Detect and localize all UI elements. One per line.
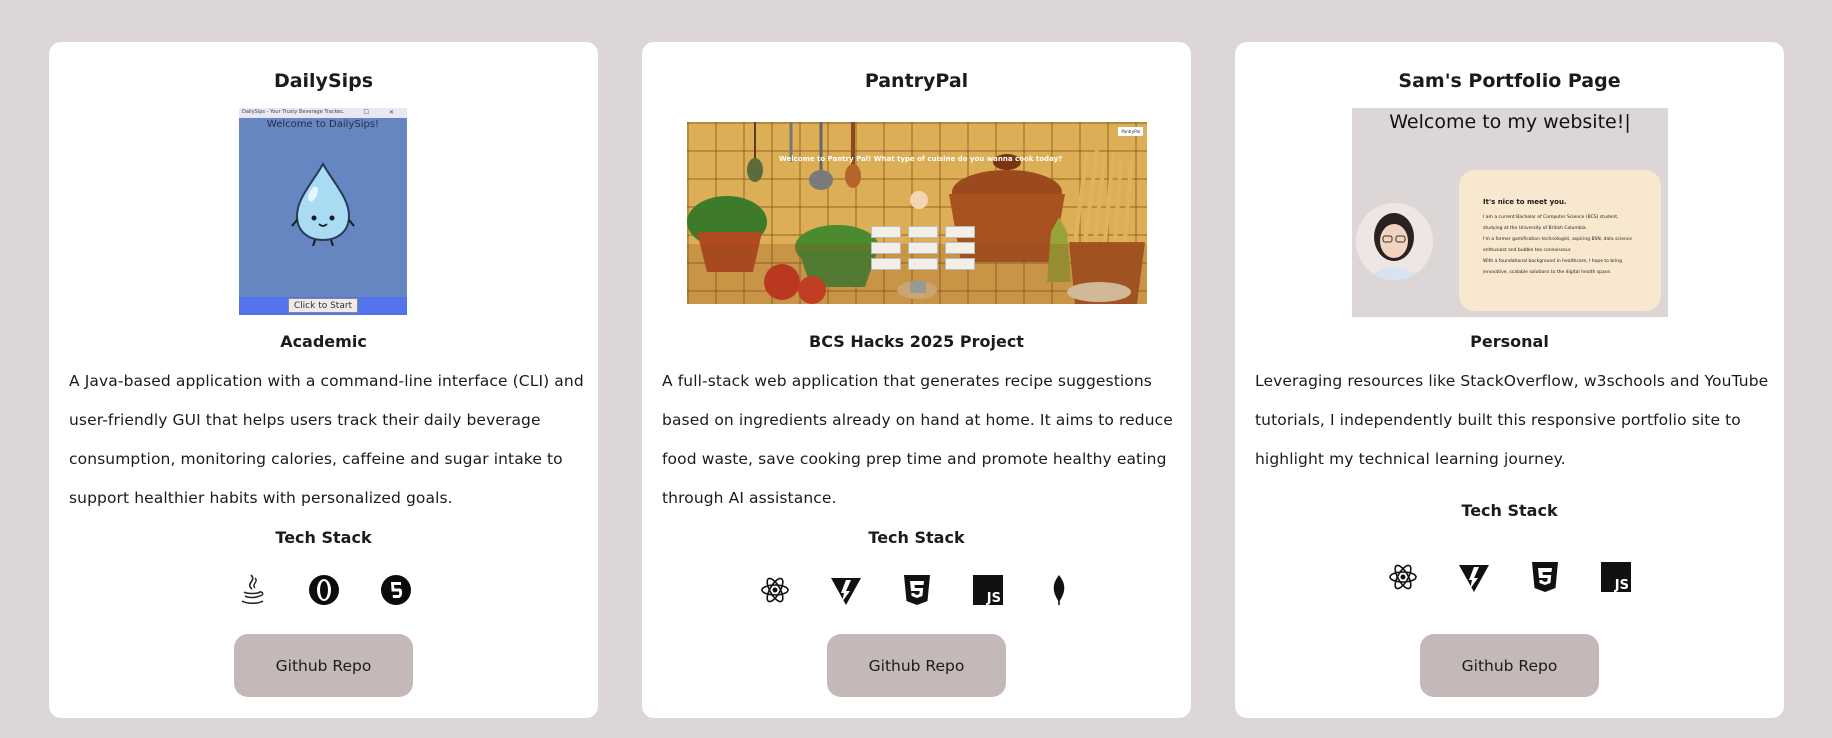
java-icon — [234, 572, 270, 608]
screenshot-heading: Welcome to DailySips! — [266, 119, 380, 130]
tech-stack-heading: Tech Stack — [275, 528, 372, 547]
project-description: Leveraging resources like StackOverflow,… — [1255, 372, 1769, 468]
project-card-pantrypal: PantryPal Welcome to Pantry Pal! What ty… — [642, 42, 1191, 718]
bubble-line: innovative, scalable solutions to the di… — [1483, 270, 1612, 275]
project-title: PantryPal — [864, 70, 969, 92]
window-titlebar: DailySips - Your Trusty Beverage Tracker… — [239, 108, 407, 118]
bubble-line: With a foundational background in health… — [1483, 259, 1623, 264]
project-description: A Java-based application with a command-… — [69, 372, 584, 507]
project-screenshot: DailySips - Your Trusty Beverage Tracker… — [239, 108, 407, 315]
screenshot-heading: Welcome to my website!| — [1389, 111, 1631, 133]
tech-stack-heading: Tech Stack — [1461, 501, 1558, 520]
screenshot-submit-button — [910, 281, 926, 293]
github-repo-button[interactable]: Github Repo — [827, 634, 1006, 697]
project-card-dailysips: DailySips DailySips - Your Trusty Bevera… — [49, 42, 598, 718]
project-card-portfolio: Sam's Portfolio Page Welcome to my websi… — [1235, 42, 1784, 718]
opera-icon — [306, 572, 342, 608]
css3-icon — [1527, 559, 1563, 595]
svg-text:JS: JS — [1614, 578, 1629, 592]
github-repo-button[interactable]: Github Repo — [234, 634, 413, 697]
project-description: A full-stack web application that genera… — [662, 372, 1173, 507]
window-controls-icon: – ☐ ✕ — [340, 109, 403, 116]
javascript-icon: JS — [970, 572, 1006, 608]
vite-icon — [1456, 559, 1492, 595]
bubble-heading: It's nice to meet you. — [1483, 198, 1567, 206]
tech-stack-icons: JS — [1235, 559, 1784, 595]
css3-icon — [899, 572, 935, 608]
bubble-line: I'm a former gamification technologist, … — [1483, 237, 1633, 242]
bubble-line: I am a current Bachelor of Computer Scie… — [1483, 215, 1619, 220]
tech-stack-heading: Tech Stack — [868, 528, 965, 547]
screenshot-overlay-text: Welcome to Pantry Pal! What type of cuis… — [779, 155, 1063, 163]
mongodb-icon — [1041, 572, 1077, 608]
svg-text:JS: JS — [985, 591, 1000, 605]
react-icon — [757, 572, 793, 608]
javascript-icon: JS — [1598, 559, 1634, 595]
project-title: Sam's Portfolio Page — [1398, 70, 1621, 92]
cuisine-button-grid — [871, 226, 975, 270]
bubble-line: enthusiast and bubble tea connoisseur. — [1483, 248, 1572, 253]
screenshot-start-button: Click to Start — [288, 298, 358, 313]
project-title: DailySips — [273, 70, 374, 92]
project-screenshot: Welcome to Pantry Pal! What type of cuis… — [687, 122, 1147, 304]
github-repo-button[interactable]: Github Repo — [1420, 634, 1599, 697]
project-category: Academic — [280, 332, 367, 351]
window-title: DailySips - Your Trusty Beverage Tracker — [242, 109, 343, 115]
project-category: Personal — [1470, 332, 1549, 351]
tech-stack-icons: JS — [642, 572, 1191, 608]
project-category: BCS Hacks 2025 Project — [809, 332, 1024, 351]
bubble-line: studying at the University of British Co… — [1483, 226, 1588, 231]
intro-bubble: It's nice to meet you. I am a current Ba… — [1459, 170, 1661, 311]
water-drop-mascot-icon — [291, 161, 355, 246]
html5-icon — [378, 572, 414, 608]
screenshot-badge: PantryPal — [1118, 127, 1143, 136]
vite-icon — [828, 572, 864, 608]
project-screenshot: Welcome to my website!| It's nice to mee… — [1352, 108, 1668, 317]
avatar — [1356, 203, 1433, 280]
tech-stack-icons — [49, 572, 598, 608]
react-icon — [1385, 559, 1421, 595]
